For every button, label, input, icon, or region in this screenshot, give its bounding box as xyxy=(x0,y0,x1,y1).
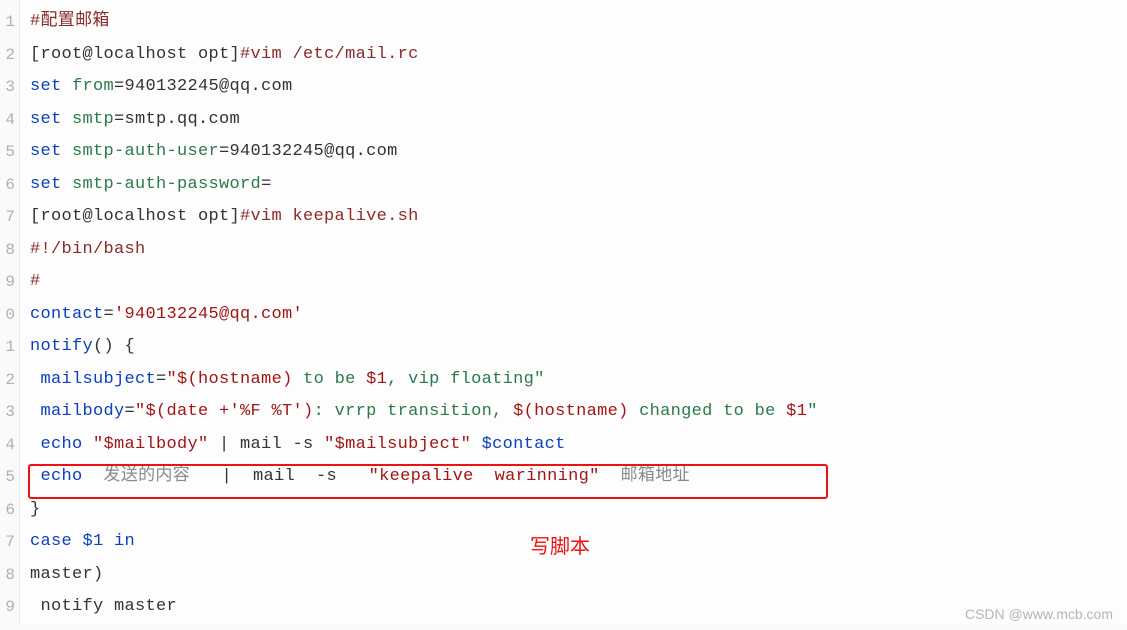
code-line: echo 发送的内容 | mail -s "keepalive warinnin… xyxy=(30,461,1127,494)
line-number: 9 xyxy=(0,266,19,299)
code-line: set smtp-auth-user=940132245@qq.com xyxy=(30,136,1127,169)
code-line: echo "$mailbody" | mail -s "$mailsubject… xyxy=(30,429,1127,462)
prompt-text: [root@localhost opt] xyxy=(30,45,240,64)
var-ref: $1 xyxy=(366,370,387,389)
line-number: 2 xyxy=(0,39,19,72)
command: echo xyxy=(30,435,93,454)
line-number: 0 xyxy=(0,299,19,332)
code-line: [root@localhost opt]#vim keepalive.sh xyxy=(30,201,1127,234)
line-number: 2 xyxy=(0,364,19,397)
line-number: 3 xyxy=(0,71,19,104)
string: "$(hostname) xyxy=(167,370,293,389)
brace: () { xyxy=(93,337,135,356)
var-ref: $1 xyxy=(72,532,114,551)
case-label: master) xyxy=(30,565,104,584)
code-line: set smtp=smtp.qq.com xyxy=(30,104,1127,137)
code-line: } xyxy=(30,494,1127,527)
line-number: 8 xyxy=(0,559,19,592)
keyword: case xyxy=(30,532,72,551)
value: = xyxy=(261,175,272,194)
code-line: #配置邮箱 xyxy=(30,6,1127,39)
string: , vip floating" xyxy=(387,370,545,389)
line-number: 1 xyxy=(0,6,19,39)
code-line: master) xyxy=(30,559,1127,592)
code-line: #!/bin/bash xyxy=(30,234,1127,267)
operator: = xyxy=(156,370,167,389)
value: =smtp.qq.com xyxy=(114,110,240,129)
line-number: 8 xyxy=(0,234,19,267)
string: '940132245@qq.com' xyxy=(114,305,303,324)
line-number: 1 xyxy=(0,331,19,364)
code-line: mailsubject="$(hostname) to be $1, vip f… xyxy=(30,364,1127,397)
variable: mailsubject xyxy=(30,370,156,389)
code-line: notify master xyxy=(30,591,1127,624)
line-number: 6 xyxy=(0,494,19,527)
placeholder: 邮箱地址 xyxy=(600,467,690,486)
keyword: set xyxy=(30,142,62,161)
keyword: in xyxy=(114,532,135,551)
command: notify master xyxy=(30,597,177,616)
option: smtp-auth-user xyxy=(62,142,220,161)
string: "$mailbody" xyxy=(93,435,209,454)
code-line: set from=940132245@qq.com xyxy=(30,71,1127,104)
variable: $contact xyxy=(471,435,566,454)
string: " xyxy=(807,402,818,421)
string: to be xyxy=(293,370,367,389)
code-line: # xyxy=(30,266,1127,299)
line-number: 4 xyxy=(0,429,19,462)
command-text: #vim /etc/mail.rc xyxy=(240,45,419,64)
placeholder: 发送的内容 xyxy=(83,467,222,486)
line-number: 9 xyxy=(0,591,19,624)
string: changed to be xyxy=(629,402,787,421)
keyword: set xyxy=(30,175,62,194)
keyword: set xyxy=(30,77,62,96)
annotation-label: 写脚本 xyxy=(530,530,590,559)
subst: $(hostname) xyxy=(513,402,629,421)
command-text: #vim keepalive.sh xyxy=(240,207,419,226)
keyword: set xyxy=(30,110,62,129)
string: "$(date +'%F %T') xyxy=(135,402,314,421)
line-number-gutter: 1 2 3 4 5 6 7 8 9 0 1 2 3 4 5 6 7 8 9 xyxy=(0,0,20,624)
function-name: notify xyxy=(30,337,93,356)
code-line: set smtp-auth-password= xyxy=(30,169,1127,202)
code-line: notify() { xyxy=(30,331,1127,364)
variable: mailbody xyxy=(30,402,125,421)
pipe: | mail -s xyxy=(209,435,325,454)
pipe: | mail -s xyxy=(222,467,369,486)
shebang: #!/bin/bash xyxy=(30,240,146,259)
command: echo xyxy=(30,467,83,486)
option: smtp-auth-password xyxy=(62,175,262,194)
prompt-text: [root@localhost opt] xyxy=(30,207,240,226)
string: : vrrp transition, xyxy=(314,402,514,421)
line-number: 5 xyxy=(0,461,19,494)
line-number: 4 xyxy=(0,104,19,137)
string: "keepalive warinning" xyxy=(369,467,600,486)
option: from xyxy=(62,77,115,96)
line-number: 7 xyxy=(0,526,19,559)
code-line: mailbody="$(date +'%F %T'): vrrp transit… xyxy=(30,396,1127,429)
operator: = xyxy=(125,402,136,421)
brace: } xyxy=(30,500,41,519)
operator: = xyxy=(104,305,115,324)
line-number: 7 xyxy=(0,201,19,234)
line-number: 5 xyxy=(0,136,19,169)
string: "$mailsubject" xyxy=(324,435,471,454)
value: =940132245@qq.com xyxy=(114,77,293,96)
option: smtp xyxy=(62,110,115,129)
var-ref: $1 xyxy=(786,402,807,421)
value: =940132245@qq.com xyxy=(219,142,398,161)
variable: contact xyxy=(30,305,104,324)
code-line: contact='940132245@qq.com' xyxy=(30,299,1127,332)
comment-text: #配置邮箱 xyxy=(30,12,110,31)
code-line: [root@localhost opt]#vim /etc/mail.rc xyxy=(30,39,1127,72)
line-number: 3 xyxy=(0,396,19,429)
comment-text: # xyxy=(30,272,41,291)
line-number: 6 xyxy=(0,169,19,202)
